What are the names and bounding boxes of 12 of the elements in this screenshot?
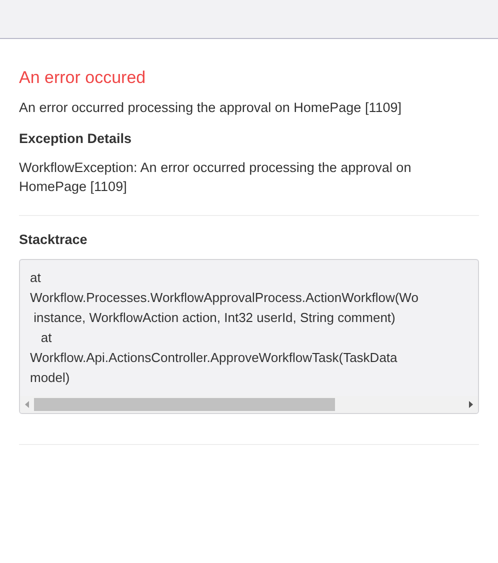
stacktrace-line: at xyxy=(30,269,42,287)
section-heading: Stacktrace xyxy=(19,231,88,249)
stacktrace-line: Workflow.Api.ActionsController.ApproveWorkflowTask(TaskData xyxy=(30,349,398,367)
stacktrace-line: model) xyxy=(30,369,71,387)
error-message: An error occurred processing the approval on HomePage [1109] xyxy=(19,99,402,117)
section-heading: Exception Details xyxy=(19,130,133,148)
stacktrace-line: at xyxy=(40,329,53,347)
stacktrace-line: instance, WorkflowAction action, Int32 userId, String comment) xyxy=(32,309,396,327)
scrollbar-thumb[interactable] xyxy=(34,398,335,411)
error-title: An error occured xyxy=(19,67,147,89)
stacktrace-line: Workflow.Processes.WorkflowApprovalProcess.ActionWorkflow(Wo xyxy=(30,289,420,307)
exception-text: WorkflowException: An error occurred processing the approval on HomePage [1109] xyxy=(19,159,412,196)
